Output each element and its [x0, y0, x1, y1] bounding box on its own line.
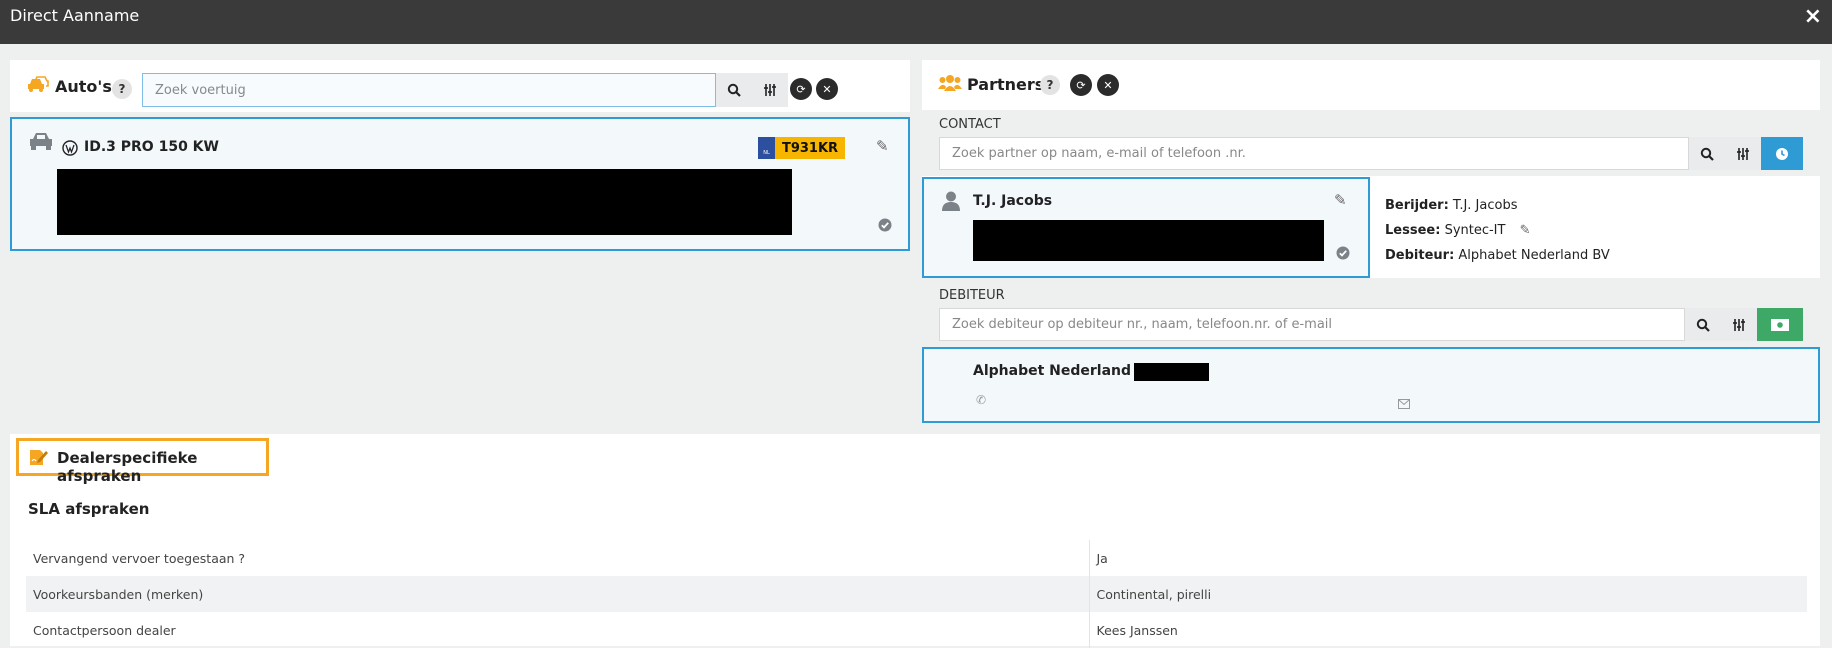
vehicle-name: ID.3 PRO 150 KW	[84, 139, 219, 155]
debiteur-filter-button[interactable]	[1721, 308, 1757, 341]
contact-search-button[interactable]	[1689, 137, 1725, 170]
autos-help-icon[interactable]: ?	[112, 79, 132, 99]
table-row: Vervangend vervoer toegestaan ? Ja	[26, 540, 1807, 576]
search-icon	[727, 83, 741, 97]
users-icon	[938, 74, 962, 96]
sla-table: Vervangend vervoer toegestaan ? Ja Voork…	[26, 540, 1807, 648]
cars-icon	[26, 75, 50, 100]
partners-help-icon[interactable]: ?	[1040, 75, 1060, 95]
sla-value: Kees Janssen	[1088, 612, 1807, 648]
debiteur-row: Debiteur: Alphabet Nederland BV	[1385, 243, 1610, 268]
debiteur-money-button[interactable]	[1757, 308, 1803, 341]
berijder-value: T.J. Jacobs	[1452, 198, 1518, 213]
contact-card[interactable]: T.J. Jacobs ✎	[922, 177, 1370, 278]
window-title: Direct Aanname	[10, 6, 140, 25]
verified-icon	[1336, 245, 1350, 264]
sliders-icon	[764, 84, 776, 96]
vehicle-search-button[interactable]	[716, 73, 752, 107]
search-icon	[1696, 318, 1710, 332]
lessee-row: Lessee: Syntec-IT ✎	[1385, 218, 1610, 243]
user-icon	[942, 191, 960, 215]
autos-header-panel: Auto's ? Zoek voertuig ⟳ ✕	[10, 60, 910, 112]
vehicle-card[interactable]: ID.3 PRO 150 KW NL T931KR ✎	[10, 117, 910, 251]
clock-icon	[1776, 147, 1788, 160]
edit-vehicle-icon[interactable]: ✎	[876, 137, 889, 155]
debiteur-search-placeholder: Zoek debiteur op debiteur nr., naam, tel…	[952, 317, 1333, 332]
close-icon[interactable]: ×	[1804, 4, 1822, 29]
signature-edit-icon	[29, 448, 49, 470]
edit-lessee-icon[interactable]: ✎	[1520, 223, 1531, 238]
berijder-label: Berijder:	[1385, 198, 1449, 213]
sliders-icon	[1737, 147, 1749, 160]
search-icon	[1700, 147, 1714, 161]
table-row: Voorkeursbanden (merken) Continental, pi…	[26, 576, 1807, 612]
redacted-vehicle-details	[57, 169, 792, 235]
debiteur-name: Alphabet Nederland BV	[973, 363, 1157, 379]
plate-country: NL	[758, 137, 775, 159]
sla-label: Voorkeursbanden (merken)	[26, 576, 1089, 612]
volkswagen-logo-icon	[62, 140, 78, 160]
dealer-title: Dealerspecifieke afspraken	[57, 449, 198, 485]
money-icon	[1771, 318, 1789, 331]
debiteur-detail-value: Alphabet Nederland BV	[1458, 248, 1610, 263]
partners-refresh-icon[interactable]: ⟳	[1070, 74, 1092, 96]
contact-details: Berijder: T.J. Jacobs Lessee: Syntec-IT …	[1385, 193, 1610, 268]
sliders-icon	[1733, 318, 1745, 331]
redacted-debiteur-number	[1134, 363, 1209, 381]
license-plate: NL T931KR	[758, 137, 845, 159]
sla-label: Contactpersoon dealer	[33, 622, 176, 638]
lessee-label: Lessee:	[1385, 223, 1441, 238]
verified-icon	[878, 217, 892, 236]
partners-clear-icon[interactable]: ✕	[1097, 74, 1119, 96]
debiteur-search-button[interactable]	[1685, 308, 1721, 341]
debiteur-detail-label: Debiteur:	[1385, 248, 1455, 263]
mail-icon	[1398, 394, 1410, 413]
lessee-value: Syntec-IT	[1444, 223, 1506, 238]
contact-name: T.J. Jacobs	[973, 193, 1053, 209]
title-bar: Direct Aanname ×	[0, 0, 1832, 44]
contact-history-button[interactable]	[1761, 137, 1803, 170]
edit-contact-icon[interactable]: ✎	[1334, 191, 1347, 209]
partners-title: Partners	[967, 75, 1045, 94]
table-row: Contactpersoon dealer Kees Janssen	[26, 612, 1807, 648]
berijder-row: Berijder: T.J. Jacobs	[1385, 193, 1610, 218]
sla-value: Continental, pirelli	[1088, 576, 1807, 612]
partners-header-panel: Partners ? ⟳ ✕	[922, 60, 1820, 110]
plate-number: T931KR	[775, 137, 845, 159]
autos-title: Auto's	[55, 77, 112, 96]
vehicle-search-placeholder: Zoek voertuig	[155, 82, 246, 98]
vehicle-refresh-icon[interactable]: ⟳	[790, 78, 812, 100]
vehicle-clear-icon[interactable]: ✕	[816, 78, 838, 100]
phone-icon: ✆	[976, 393, 987, 407]
debiteur-card[interactable]: Alphabet Nederland BV ✆	[922, 347, 1820, 423]
debiteur-label: DEBITEUR	[939, 288, 1005, 303]
contact-search-placeholder: Zoek partner op naam, e-mail of telefoon…	[952, 146, 1246, 161]
debiteur-search-input[interactable]: Zoek debiteur op debiteur nr., naam, tel…	[939, 308, 1685, 341]
sla-value: Ja	[1088, 540, 1807, 576]
sla-label: Vervangend vervoer toegestaan ?	[33, 550, 246, 566]
vehicle-search-input[interactable]: Zoek voertuig	[142, 73, 716, 107]
dealer-tab[interactable]: Dealerspecifieke afspraken	[16, 438, 269, 485]
redacted-contact-details	[973, 220, 1324, 261]
sla-title: SLA afspraken	[28, 500, 150, 518]
vehicle-filter-button[interactable]	[752, 73, 788, 107]
contact-search-input[interactable]: Zoek partner op naam, e-mail of telefoon…	[939, 137, 1689, 170]
contact-filter-button[interactable]	[1725, 137, 1761, 170]
car-icon	[28, 131, 54, 155]
contact-label: CONTACT	[939, 117, 1001, 132]
